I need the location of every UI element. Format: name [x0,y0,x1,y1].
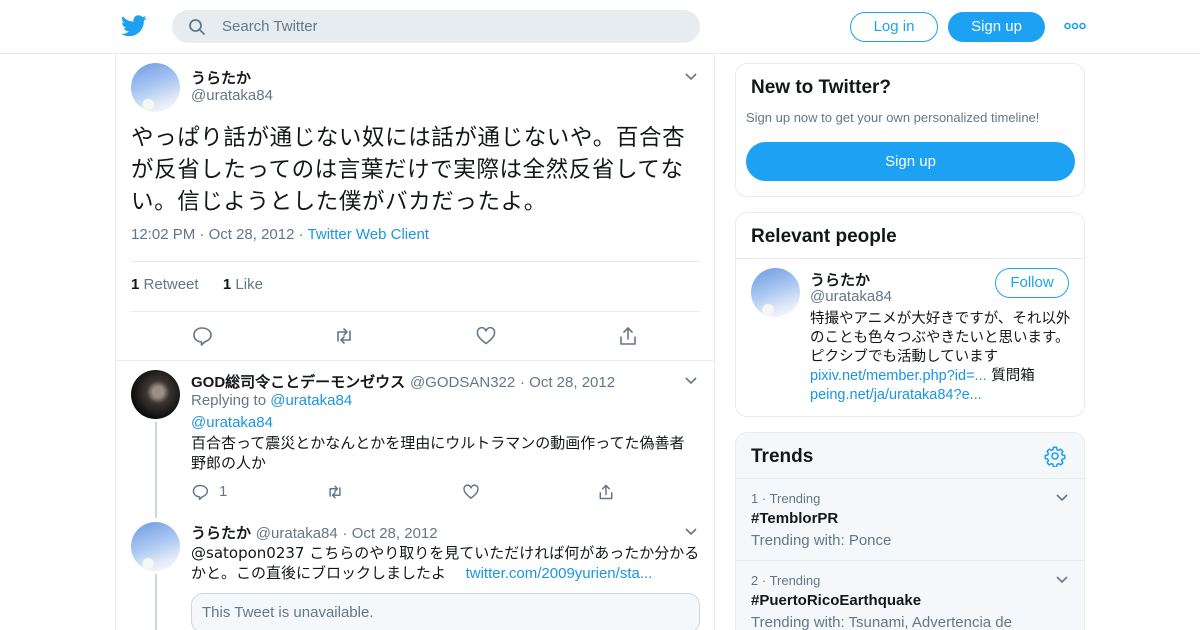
quoted-tweet-unavailable: This Tweet is unavailable. [191,593,700,630]
trend-with: Trending with: Tsunami, Advertencia de [751,614,1012,630]
replying-to: Replying to @urataka84 [191,392,353,409]
chevron-down-icon[interactable] [684,72,698,82]
divider [131,261,700,262]
share-icon[interactable] [597,483,615,501]
follow-button[interactable]: Follow [995,268,1069,298]
reply-count: 1 [219,483,228,500]
reply-icon[interactable] [191,325,213,347]
tweet-date[interactable]: Oct 28, 2012 [209,226,295,243]
chevron-down-icon[interactable] [684,376,698,386]
relevant-people-card: Relevant people うらたか @urataka84 Follow 特… [735,212,1085,417]
reply-author-name[interactable]: GOD総司令ことデーモンゼウス [191,374,405,391]
twitter-logo-icon[interactable] [121,14,147,38]
trend-name[interactable]: #PuertoRicoEarthquake [751,592,921,609]
chevron-down-icon[interactable] [684,527,698,537]
reply-text: @satopon0237 こちらのやり取りを見ていただければ何があったか分かるか… [191,544,700,582]
main-timeline: うらたか @urataka84 やっぱり話が通じない奴には話が通じないや。百合杏… [115,54,715,630]
divider [736,258,1084,259]
search-bar[interactable]: Search Twitter [172,10,700,43]
tweet-time[interactable]: 12:02 PM [131,226,195,243]
card-title: Trends [751,446,814,467]
tweet-text: やっぱり話が通じない奴には話が通じないや。百合杏が反省したってのは言葉だけで実際… [131,125,686,215]
divider [116,360,714,361]
avatar[interactable] [131,522,180,571]
trends-card: Trends 1 · Trending #TemblorPR Trending … [735,432,1085,630]
sign-up-button[interactable]: Sign up [948,12,1045,42]
trend-item[interactable]: 1 · Trending #TemblorPR Trending with: P… [736,478,1084,560]
trend-item[interactable]: 2 · Trending #PuertoRicoEarthquake Trend… [736,560,1084,630]
trend-name[interactable]: #TemblorPR [751,510,838,527]
trend-rank: 2 · Trending [751,573,821,588]
card-title: Relevant people [751,226,897,247]
reply-date[interactable]: Oct 28, 2012 [529,374,615,391]
bio-link[interactable]: peing.net/ja/urataka84?e... [810,387,982,403]
tweet-author-handle[interactable]: @urataka84 [191,87,273,104]
avatar[interactable] [131,63,180,112]
divider [131,311,700,312]
retweet-icon[interactable] [326,483,344,501]
reply-header: GOD総司令ことデーモンゼウス @GODSAN322 · Oct 28, 201… [191,374,616,391]
new-to-twitter-card: New to Twitter? Sign up now to get your … [735,63,1085,197]
top-bar: Search Twitter Log in Sign up [0,0,1200,54]
avatar[interactable] [131,370,180,419]
like-stat[interactable]: 1 Like [223,276,263,293]
reply-date[interactable]: Oct 28, 2012 [352,525,438,542]
like-icon[interactable] [475,325,497,347]
search-icon [189,19,205,35]
gear-icon[interactable] [1044,445,1066,467]
card-subtitle: Sign up now to get your own personalized… [746,110,1040,125]
card-title: New to Twitter? [751,77,892,98]
chevron-down-icon[interactable] [1055,493,1069,503]
reply-author-handle[interactable]: @urataka84 [256,525,338,542]
reply-author-name[interactable]: うらたか [191,525,251,542]
tweet-author-name[interactable]: うらたか [191,67,251,88]
thread-line [155,422,157,518]
person-bio: 特撮やアニメが大好きですが、それ以外のことも色々つぶやきたいと思います。ピクシブ… [810,311,1071,403]
person-name[interactable]: うらたか [810,269,870,290]
search-input[interactable]: Search Twitter [222,18,318,35]
reply-author-handle[interactable]: @GODSAN322 [410,374,515,391]
bio-link[interactable]: pixiv.net/member.php?id=... [810,368,987,384]
trend-with: Trending with: Ponce [751,532,892,549]
reply-text: 百合杏って震災とかなんとかを理由にウルトラマンの動画作ってた偽善者野郎の人か [191,434,685,472]
mention-link[interactable]: @urataka84 [191,414,273,431]
share-icon[interactable] [617,325,639,347]
chevron-down-icon[interactable] [1055,575,1069,585]
retweet-icon[interactable] [333,325,355,347]
tweet-stats: 1 Retweet 1 Like [131,276,263,293]
like-icon[interactable] [462,483,480,501]
retweet-stat[interactable]: 1 Retweet [131,276,199,293]
tweet-link[interactable]: twitter.com/2009yurien/sta... [466,565,653,582]
trend-rank: 1 · Trending [751,491,821,506]
reply-header: うらたか @urataka84 · Oct 28, 2012 [191,525,438,542]
replying-to-link[interactable]: @urataka84 [270,392,352,409]
person-handle[interactable]: @urataka84 [810,288,892,305]
sign-up-button[interactable]: Sign up [746,142,1075,181]
thread-line [155,574,157,630]
avatar[interactable] [751,268,800,317]
reply-icon[interactable] [191,483,209,501]
tweet-meta: 12:02 PM · Oct 28, 2012 · Twitter Web Cl… [131,226,429,243]
log-in-button[interactable]: Log in [850,12,938,42]
more-options-icon[interactable] [1064,18,1086,34]
tweet-source-link[interactable]: Twitter Web Client [308,226,429,243]
